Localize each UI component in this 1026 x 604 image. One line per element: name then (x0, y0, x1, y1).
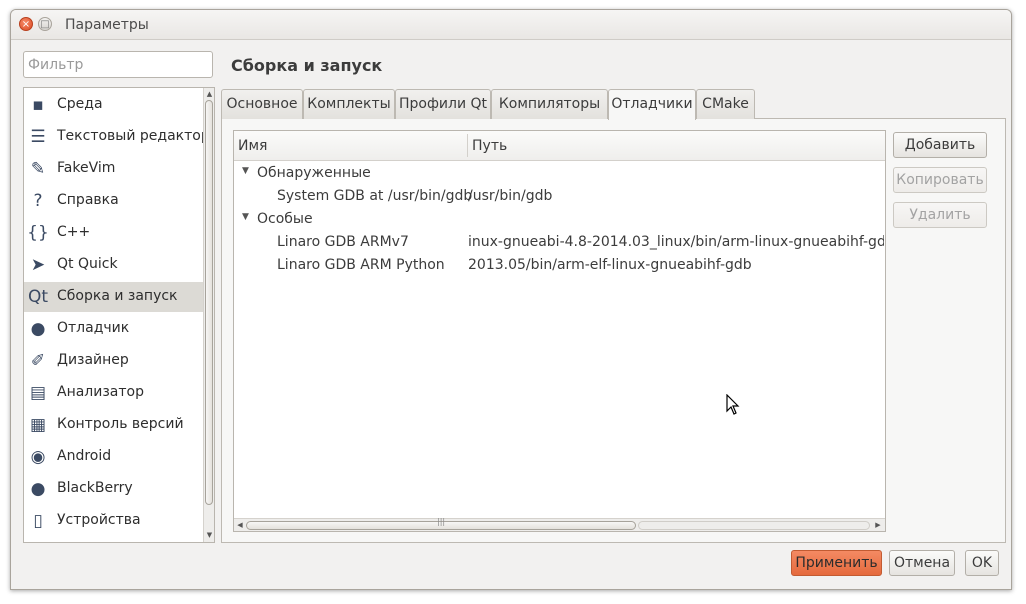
category-item[interactable]: {} C++ (24, 218, 203, 248)
debuggers-tree: Имя Путь ▼ Обнаруженные System GDB at /u… (233, 130, 886, 532)
tab-kits[interactable]: Комплекты (303, 89, 395, 119)
window-title: Параметры (65, 17, 149, 33)
version-control-icon: ▦ (29, 415, 47, 435)
category-label: Отладчик (57, 320, 130, 336)
tree-item-row[interactable]: Linaro GDB ARM Python 2013.05/bin/arm-el… (234, 254, 885, 277)
grip-icon: ||| (437, 517, 446, 526)
tab-bar: Основное Комплекты Профили Qt Компилятор… (221, 89, 1011, 120)
designer-icon: ✐ (30, 351, 46, 371)
debugger-path: /usr/bin/gdb (468, 188, 553, 204)
category-item[interactable]: ➤ Qt Quick (24, 250, 203, 280)
scrollbar-track[interactable] (638, 521, 870, 530)
category-item[interactable]: ◉ Android (24, 442, 203, 472)
scroll-left-arrow-icon[interactable]: ◀ (235, 519, 245, 531)
remove-button[interactable]: Удалить (893, 202, 987, 228)
debugger-icon: ● (30, 319, 46, 339)
scroll-right-arrow-icon[interactable]: ▶ (873, 519, 883, 531)
debugger-path: inux-gnueabi-4.8-2014.03_linux/bin/arm-l… (468, 234, 884, 250)
copy-button[interactable]: Копировать (893, 167, 987, 193)
debugger-name: Linaro GDB ARMv7 (277, 234, 409, 250)
expand-triangle-icon[interactable]: ▼ (242, 212, 249, 222)
tab-general[interactable]: Основное (221, 89, 303, 119)
build-run-icon: Qt (27, 287, 49, 307)
debugger-name: Linaro GDB ARM Python (277, 257, 445, 273)
category-label: Сборка и запуск (57, 288, 178, 304)
category-list: ▪ Среда ☰ Текстовый редактор ✎ FakeVim? Справк… (23, 87, 215, 543)
category-label: Среда (57, 96, 103, 112)
category-label: Android (57, 448, 112, 464)
android-icon: ◉ (30, 447, 46, 467)
category-item[interactable]: ▦ Контроль версий (24, 410, 203, 440)
cancel-button[interactable]: Отмена (889, 550, 955, 576)
analyzer-icon: ▤ (29, 383, 47, 403)
devices-icon: ▯ (33, 511, 43, 531)
tab-qt-versions[interactable]: Профили Qt (395, 89, 491, 119)
category-label: Справка (57, 192, 119, 208)
category-item[interactable]: ▯ Устройства (24, 506, 203, 536)
group-label: Обнаруженные (257, 165, 371, 181)
window-close-button[interactable]: × (19, 17, 33, 31)
category-label: Анализатор (57, 384, 144, 400)
tab-compilers[interactable]: Компиляторы (491, 89, 608, 119)
title-bar: × □ Параметры (11, 10, 1011, 40)
category-label: C++ (57, 224, 91, 240)
mouse-pointer-icon (726, 394, 740, 415)
category-label: FakeVim (57, 160, 116, 176)
settings-dialog: × □ Параметры ▪ Среда ☰ Текстовый редактор ✎… (10, 9, 1012, 590)
help-icon: ? (33, 191, 43, 211)
scroll-down-arrow-icon[interactable]: ▼ (204, 530, 214, 540)
debugger-path: 2013.05/bin/arm-elf-linux-gnueabihf-gdb (468, 257, 752, 273)
tree-item-row[interactable]: Linaro GDB ARMv7 inux-gnueabi-4.8-2014.0… (234, 231, 885, 254)
category-label: Контроль версий (57, 416, 184, 432)
tab-debuggers[interactable]: Отладчики (608, 89, 696, 120)
group-label: Особые (257, 211, 313, 227)
expand-triangle-icon[interactable]: ▼ (242, 166, 249, 176)
category-label: Текстовый редактор (57, 128, 210, 144)
category-item[interactable]: ▤ Анализатор (24, 378, 203, 408)
monitor-icon: ▪ (32, 95, 44, 115)
tree-group-row[interactable]: ▼ Особые (234, 208, 885, 231)
column-divider[interactable] (467, 134, 468, 157)
category-label: Устройства (57, 512, 141, 528)
add-button[interactable]: Добавить (893, 132, 987, 158)
horizontal-scrollbar[interactable]: ◀ ||| ▶ (234, 517, 885, 531)
category-item[interactable]: ? Справка (24, 186, 203, 216)
category-scrollbar[interactable]: ▲ ▼ (203, 88, 214, 542)
category-item[interactable]: ● Отладчик (24, 314, 203, 344)
category-item[interactable]: ● BlackBerry (24, 474, 203, 504)
category-label: BlackBerry (57, 480, 133, 496)
paper-plane-icon: ➤ (30, 255, 46, 275)
filter-input[interactable] (23, 51, 213, 78)
category-label: Дизайнер (57, 352, 129, 368)
category-item[interactable]: ✐ Дизайнер (24, 346, 203, 376)
category-item[interactable]: Qt Сборка и запуск (24, 282, 203, 312)
page-title: Сборка и запуск (231, 56, 383, 75)
tree-group-row[interactable]: ▼ Обнаруженные (234, 162, 885, 185)
tree-header: Имя Путь (234, 131, 885, 161)
hscrollbar-thumb[interactable]: ||| (246, 517, 636, 530)
ok-button[interactable]: OK (965, 550, 999, 576)
column-header-path[interactable]: Путь (472, 138, 507, 154)
text-editor-icon: ☰ (30, 127, 46, 147)
scrollbar-thumb[interactable] (205, 100, 213, 505)
debugger-name: System GDB at /usr/bin/gdb (277, 188, 473, 204)
category-item[interactable]: ☰ Текстовый редактор (24, 122, 209, 152)
window-minimize-button[interactable]: □ (38, 17, 52, 31)
apply-button[interactable]: Применить (791, 550, 882, 576)
category-label: Qt Quick (57, 256, 118, 272)
tree-item-row[interactable]: System GDB at /usr/bin/gdb /usr/bin/gdb (234, 185, 885, 208)
tab-cmake[interactable]: CMake (696, 89, 755, 119)
category-item[interactable]: ▪ Среда (24, 90, 203, 120)
category-item[interactable]: ✎ FakeVim (24, 154, 203, 184)
cpp-braces-icon: {} (27, 223, 49, 243)
blackberry-icon: ● (30, 479, 46, 499)
column-header-name[interactable]: Имя (238, 138, 267, 154)
scroll-up-arrow-icon[interactable]: ▲ (204, 89, 214, 99)
fakevim-icon: ✎ (30, 159, 46, 179)
